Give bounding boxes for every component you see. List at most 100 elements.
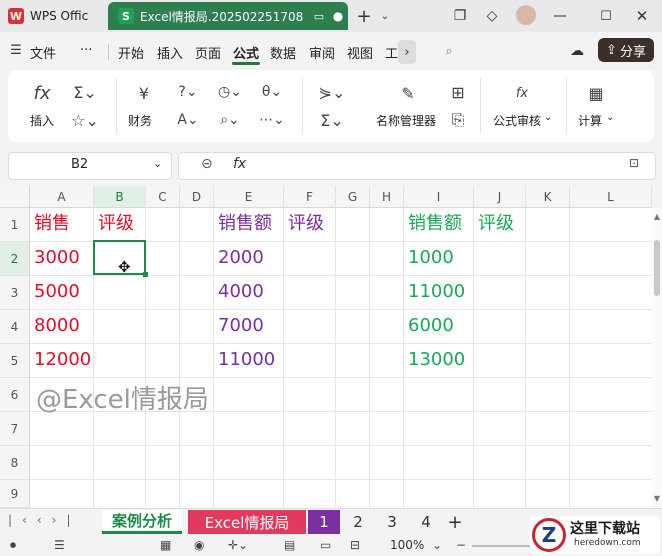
formula-audit-icon[interactable]: fx [510,82,534,104]
lookup-icon[interactable]: ⌕⌄ [216,110,244,130]
column-header-k[interactable]: K [526,186,570,208]
formula-bar[interactable]: ⊝ fx ⊡ [178,152,656,180]
formula-audit-label[interactable]: 公式审核 [493,112,541,129]
text-function-icon[interactable]: A⌄ [174,110,202,130]
cloud-upload-icon[interactable]: ☁ [566,40,588,62]
cell-e4[interactable]: 7000 [214,309,264,343]
row-header-9[interactable]: 9 [0,480,30,508]
page-break-icon[interactable]: ⊟ [350,538,360,552]
cell-f1[interactable]: 评级 [284,207,324,241]
sheet-tab-excel-info[interactable]: Excel情报局 [188,510,306,534]
menu-data[interactable]: 数据 [270,43,296,62]
column-header-l[interactable]: L [570,186,652,208]
avatar[interactable] [516,5,536,25]
column-header-b[interactable]: B [94,186,146,208]
paste-list-icon[interactable]: ⎘ [448,110,468,130]
sheet-tab-case-analysis[interactable]: 案例分析 [102,510,182,534]
close-window-icon[interactable]: ✕ [632,6,652,26]
sheet-tab-4[interactable]: 4 [410,510,442,534]
hamburger-menu-icon[interactable]: ☰ [8,42,24,58]
calculate-label[interactable]: 计算 [578,112,602,129]
sheet-nav-icons[interactable]: |‹‹›| [8,513,80,527]
document-tab[interactable]: S Excel情报局.202502251708 ▭ ● [108,2,348,30]
scroll-up-icon[interactable]: ▲ [652,212,662,222]
insert-function-icon[interactable]: fx [30,82,54,104]
maximize-icon[interactable]: ☐ [596,6,616,26]
menu-home[interactable]: 开始 [118,43,144,62]
chevron-down-icon[interactable]: ⌄ [378,6,392,26]
cube-icon[interactable]: ◇ [482,6,502,26]
finance-icon[interactable]: ¥ [132,82,156,104]
column-header-j[interactable]: J [474,186,526,208]
column-header-g[interactable]: G [336,186,370,208]
date-time-icon[interactable]: ◷⌄ [216,82,244,102]
monitor-icon[interactable]: ▭ [310,10,328,23]
cell-a4[interactable]: 8000 [30,309,80,343]
cross-highlight-icon[interactable]: ✛⌄ [228,538,248,552]
cell-i4[interactable]: 6000 [404,309,454,343]
column-header-h[interactable]: H [370,186,404,208]
cell-a5[interactable]: 12000 [30,343,91,377]
menu-page[interactable]: 页面 [195,43,221,62]
normal-view-icon[interactable]: ▤ [284,538,295,552]
insert-function-label[interactable]: 插入 [30,112,54,129]
cell-a1[interactable]: 销售 [30,207,70,241]
zoom-dropdown-icon[interactable]: ⌄ [432,538,442,552]
cell-i1[interactable]: 销售额 [404,207,462,241]
autosum-icon[interactable]: Σ⌄ [70,82,100,102]
plus-icon[interactable]: + [354,6,374,27]
cell-i5[interactable]: 13000 [404,343,465,377]
chevron-right-icon[interactable]: › [398,40,416,64]
cell-j1[interactable]: 评级 [474,207,514,241]
scroll-thumb[interactable] [654,240,660,296]
page-layout-icon[interactable]: ▭ [320,538,331,552]
zoom-search-icon[interactable]: ⊝ [201,156,213,172]
cell-a3[interactable]: 5000 [30,275,80,309]
zoom-level[interactable]: 100% [390,538,424,552]
chevron-down-icon[interactable]: ⌄ [153,157,162,170]
grid-select-icon[interactable]: ⊞ [448,82,468,102]
row-header-3[interactable]: 3 [0,276,30,310]
fx-icon[interactable]: fx [233,156,246,172]
menu-tools[interactable]: 工 [385,43,398,62]
menu-view[interactable]: 视图 [347,43,373,62]
cell-b1[interactable]: 评级 [94,207,134,241]
close-tab-icon[interactable]: ● [328,9,348,23]
zoom-out-icon[interactable]: − [456,538,466,552]
cell-i2[interactable]: 1000 [404,241,454,275]
cell-i3[interactable]: 11000 [404,275,465,309]
column-header-c[interactable]: C [146,186,180,208]
minimize-icon[interactable]: — [550,6,570,26]
row-header-2[interactable]: 2 [0,242,30,276]
define-name-icon[interactable]: ⋟⌄ [316,82,348,102]
table-view-icon[interactable]: ▦ [160,538,171,552]
eye-protection-icon[interactable]: ◉ [194,538,204,552]
column-header-i[interactable]: I [404,186,474,208]
more-functions-icon[interactable]: ⋯⌄ [258,110,286,130]
add-sheet-button[interactable]: + [444,510,466,534]
record-macro-icon[interactable]: ⏺ [10,538,16,553]
row-header-7[interactable]: 7 [0,412,30,446]
column-header-f[interactable]: F [284,186,336,208]
cell-a2[interactable]: 3000 [30,241,80,275]
cell-e2[interactable]: 2000 [214,241,264,275]
expand-formula-icon[interactable]: ⊡ [629,156,639,170]
column-header-e[interactable]: E [214,186,284,208]
finance-label[interactable]: 财务 [128,112,152,129]
row-header-6[interactable]: 6 [0,378,30,412]
cell-e5[interactable]: 11000 [214,343,275,377]
row-header-5[interactable]: 5 [0,344,30,378]
cell-e3[interactable]: 4000 [214,275,264,309]
math-trig-icon[interactable]: θ⌄ [258,82,286,102]
cell-e1[interactable]: 销售额 [214,207,272,241]
menu-insert[interactable]: 插入 [157,43,183,62]
sheet-tab-3[interactable]: 3 [376,510,408,534]
row-header-8[interactable]: 8 [0,446,30,480]
menu-more[interactable]: ··· [80,43,92,58]
sheet-tab-2[interactable]: 2 [342,510,374,534]
menu-review[interactable]: 审阅 [309,43,335,62]
menu-file[interactable]: 文件 [30,43,56,62]
name-box[interactable]: B2 ⌄ [8,152,172,180]
sheet-tab-1[interactable]: 1 [308,510,340,534]
row-header-4[interactable]: 4 [0,310,30,344]
